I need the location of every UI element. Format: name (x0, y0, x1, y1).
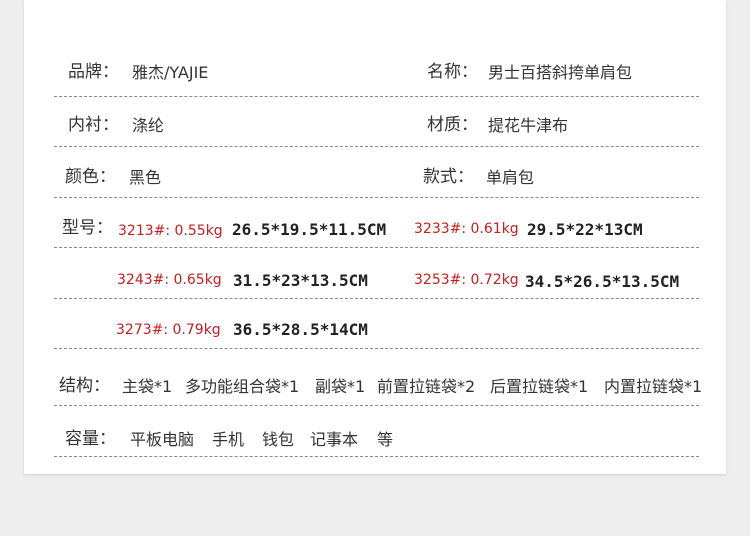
structure-item: 前置拉链袋*2 (377, 377, 476, 396)
model-size: 29.5*22*13CM (527, 220, 643, 239)
model-label: 型号： (62, 218, 113, 238)
capacity-item: 手机 (212, 430, 245, 449)
model-size: 36.5*28.5*14CM (233, 320, 368, 339)
lining-label: 内衬： (68, 115, 119, 135)
color-value: 黑色 (129, 168, 162, 187)
row-divider (54, 96, 699, 97)
row-divider (54, 456, 699, 457)
model-size: 34.5*26.5*13.5CM (525, 272, 680, 291)
structure-item: 主袋*1 (122, 377, 173, 396)
color-label: 颜色： (65, 167, 116, 187)
capacity-label: 容量： (65, 429, 116, 449)
structure-item: 后置拉链袋*1 (490, 377, 589, 396)
model-code: 3253#: 0.72kg (414, 272, 519, 288)
material-value: 提花牛津布 (488, 116, 569, 135)
row-divider (54, 298, 699, 299)
lining-value: 涤纶 (132, 116, 165, 135)
brand-label: 品牌： (68, 62, 119, 82)
model-size: 26.5*19.5*11.5CM (232, 220, 387, 239)
row-divider (54, 197, 699, 198)
capacity-item: 钱包 (262, 430, 295, 449)
structure-item: 多功能组合袋*1 (185, 377, 300, 396)
row-divider (54, 247, 699, 248)
row-divider (54, 146, 699, 147)
model-code: 3233#: 0.61kg (414, 221, 519, 237)
structure-label: 结构： (59, 376, 110, 396)
model-code: 3273#: 0.79kg (116, 322, 221, 338)
model-code: 3213#: 0.55kg (118, 223, 223, 239)
capacity-item: 等 (377, 430, 394, 449)
row-divider (54, 348, 699, 349)
model-code: 3243#: 0.65kg (117, 272, 222, 288)
material-label: 材质： (427, 115, 478, 135)
name-value: 男士百搭斜挎单肩包 (488, 63, 633, 82)
structure-item: 内置拉链袋*1 (604, 377, 703, 396)
name-label: 名称： (427, 62, 478, 82)
row-divider (54, 405, 699, 406)
model-size: 31.5*23*13.5CM (233, 271, 368, 290)
structure-item: 副袋*1 (315, 377, 366, 396)
style-value: 单肩包 (486, 168, 535, 187)
style-label: 款式： (423, 167, 474, 187)
capacity-item: 平板电脑 (130, 430, 195, 449)
capacity-item: 记事本 (310, 430, 359, 449)
brand-value: 雅杰/YAJIE (132, 63, 209, 82)
